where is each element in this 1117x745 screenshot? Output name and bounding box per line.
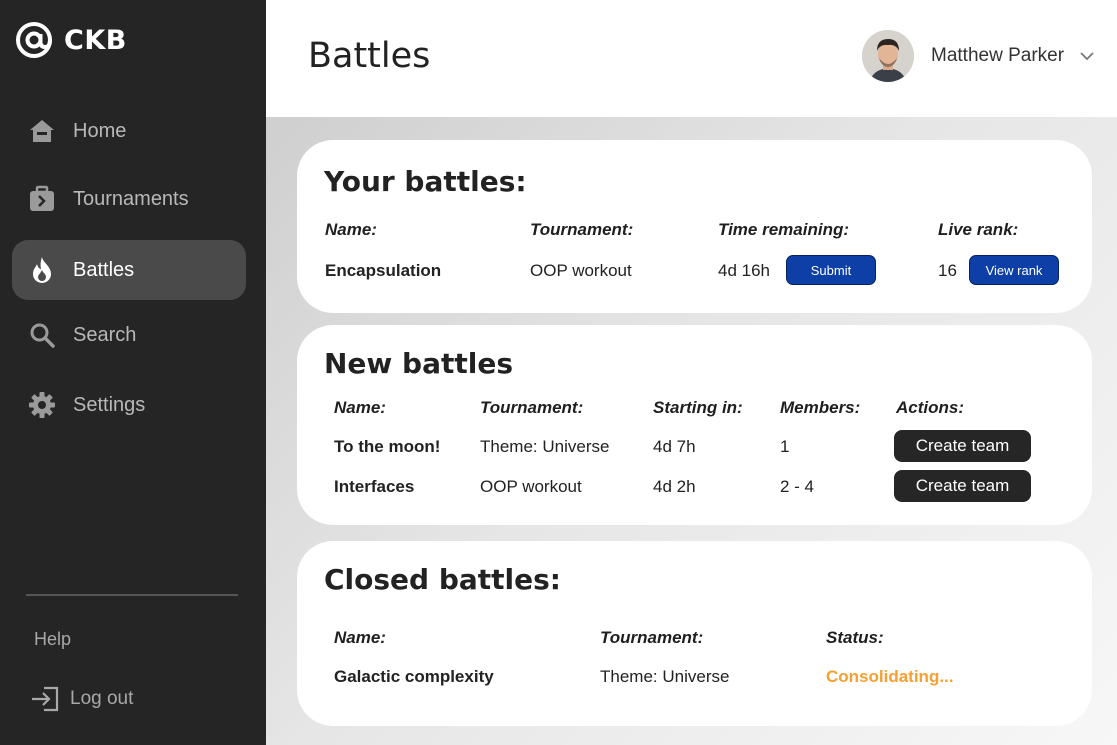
sidebar-item-battles[interactable]: Battles (12, 240, 246, 300)
battle-time-remaining: 4d 16h (718, 261, 770, 280)
sidebar-item-label: Settings (73, 393, 146, 416)
status-badge: Consolidating... (826, 667, 954, 686)
battle-tournament: Theme: Universe (600, 667, 730, 686)
column-header-members: Members: (780, 398, 861, 417)
view-rank-button[interactable]: View rank (969, 255, 1059, 285)
chevron-down-icon (1080, 52, 1094, 61)
logout-icon (32, 686, 59, 712)
sidebar-item-label: Search (73, 323, 137, 346)
new-battles-card: New battles Name: Tournament: Starting i… (297, 325, 1092, 525)
closed-battles-title: Closed battles: (324, 563, 561, 596)
battle-name: Encapsulation (325, 261, 442, 280)
main-content: Your battles: Name: Tournament: Time rem… (266, 117, 1117, 745)
battle-name: Galactic complexity (334, 667, 494, 686)
column-header-tournament: Tournament: (530, 220, 634, 239)
briefcase-icon (28, 185, 56, 213)
column-header-tournament: Tournament: (600, 628, 704, 647)
page-title: Battles (308, 36, 431, 76)
battle-tournament: Theme: Universe (480, 437, 610, 456)
column-header-time-remaining: Time remaining: (718, 220, 849, 239)
battle-name: To the moon! (334, 437, 441, 456)
battle-live-rank: 16 (938, 261, 957, 280)
your-battles-title: Your battles: (324, 165, 527, 198)
sidebar-item-tournaments[interactable]: Tournaments (12, 169, 246, 229)
logout-button[interactable]: Log out (30, 686, 133, 712)
column-header-status: Status: (826, 628, 884, 647)
at-sign-icon (16, 22, 52, 58)
column-header-name: Name: (325, 220, 377, 239)
battle-tournament: OOP workout (480, 477, 582, 496)
battle-starting-in: 4d 7h (653, 437, 696, 456)
battle-starting-in: 4d 2h (653, 477, 696, 496)
help-link[interactable]: Help (34, 629, 71, 650)
column-header-actions: Actions: (896, 398, 964, 417)
brand-logo[interactable]: CKB (14, 20, 127, 60)
submit-button[interactable]: Submit (786, 255, 876, 285)
flame-icon (28, 256, 56, 284)
sidebar-item-search[interactable]: Search (12, 305, 246, 365)
column-header-tournament: Tournament: (480, 398, 584, 417)
sidebar-divider (26, 594, 238, 596)
avatar (862, 30, 914, 82)
top-header: Battles Matthew Parker (266, 0, 1117, 117)
home-icon (28, 117, 56, 145)
battle-members: 2 - 4 (780, 477, 815, 496)
your-battles-card: Your battles: Name: Tournament: Time rem… (297, 140, 1092, 313)
sidebar: CKB Home Tournaments Battles Search Sett… (0, 0, 266, 745)
brand-name: CKB (64, 24, 127, 56)
sidebar-item-label: Tournaments (73, 187, 189, 210)
column-header-name: Name: (334, 398, 386, 417)
search-icon (28, 321, 56, 349)
battle-name: Interfaces (334, 477, 415, 496)
create-team-button[interactable]: Create team (894, 470, 1031, 502)
gear-icon (28, 391, 56, 419)
new-battles-title: New battles (324, 347, 513, 380)
column-header-live-rank: Live rank: (938, 220, 1019, 239)
column-header-starting-in: Starting in: (653, 398, 743, 417)
user-name: Matthew Parker (931, 45, 1065, 66)
battle-members: 1 (780, 437, 790, 456)
sidebar-item-label: Battles (73, 258, 135, 281)
closed-battles-card: Closed battles: Name: Tournament: Status… (297, 541, 1092, 726)
column-header-name: Name: (334, 628, 386, 647)
sidebar-item-settings[interactable]: Settings (12, 375, 246, 435)
create-team-button[interactable]: Create team (894, 430, 1031, 462)
sidebar-item-label: Home (73, 119, 127, 142)
logout-label: Log out (70, 688, 134, 709)
user-menu[interactable]: Matthew Parker (862, 30, 1094, 82)
battle-tournament: OOP workout (530, 261, 632, 280)
sidebar-item-home[interactable]: Home (12, 101, 246, 161)
